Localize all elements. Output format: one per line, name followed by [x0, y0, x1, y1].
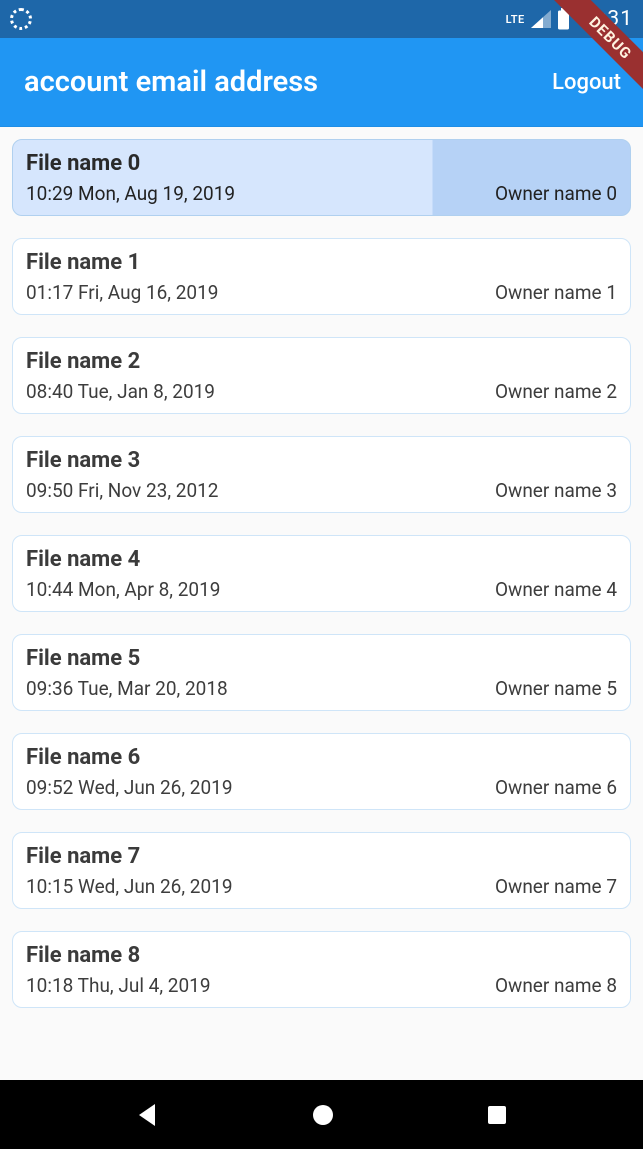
loading-spinner-icon — [10, 8, 32, 30]
file-meta-row: 08:40 Tue, Jan 8, 2019 Owner name 2 — [26, 380, 617, 403]
file-meta-row: 10:15 Wed, Jun 26, 2019 Owner name 7 — [26, 875, 617, 898]
file-owner: Owner name 0 — [495, 182, 617, 205]
file-meta-row: 01:17 Fri, Aug 16, 2019 Owner name 1 — [26, 281, 617, 304]
file-card[interactable]: File name 7 10:15 Wed, Jun 26, 2019 Owner … — [12, 832, 631, 909]
file-name-label: File name 7 — [26, 844, 617, 869]
file-meta-row: 10:44 Mon, Apr 8, 2019 Owner name 4 — [26, 578, 617, 601]
file-timestamp: 09:50 Fri, Nov 23, 2012 — [26, 479, 219, 502]
file-card[interactable]: File name 2 08:40 Tue, Jan 8, 2019 Owner n… — [12, 337, 631, 414]
file-meta-row: 09:50 Fri, Nov 23, 2012 Owner name 3 — [26, 479, 617, 502]
nav-back-button[interactable] — [135, 1102, 161, 1128]
file-timestamp: 10:15 Wed, Jun 26, 2019 — [26, 875, 233, 898]
file-card[interactable]: File name 8 10:18 Thu, Jul 4, 2019 Owner n… — [12, 931, 631, 1008]
file-owner: Owner name 3 — [495, 479, 617, 502]
app-title: account email address — [24, 65, 318, 99]
file-owner: Owner name 8 — [495, 974, 617, 997]
file-name-label: File name 4 — [26, 547, 617, 572]
file-owner: Owner name 5 — [495, 677, 617, 700]
file-card[interactable]: File name 5 09:36 Tue, Mar 20, 2018 Owner … — [12, 634, 631, 711]
app-bar: account email address Logout — [0, 38, 643, 127]
file-list[interactable]: File name 0 10:29 Mon, Aug 19, 2019 Owner … — [0, 127, 643, 1080]
file-meta-row: 09:52 Wed, Jun 26, 2019 Owner name 6 — [26, 776, 617, 799]
status-bar: LTE 11:31 — [0, 0, 643, 38]
file-timestamp: 10:29 Mon, Aug 19, 2019 — [26, 182, 235, 205]
file-meta-row: 10:18 Thu, Jul 4, 2019 Owner name 8 — [26, 974, 617, 997]
file-owner: Owner name 4 — [495, 578, 617, 601]
logout-button[interactable]: Logout — [552, 70, 621, 95]
file-timestamp: 01:17 Fri, Aug 16, 2019 — [26, 281, 218, 304]
network-type-label: LTE — [506, 13, 525, 26]
signal-icon — [531, 10, 551, 28]
file-owner: Owner name 1 — [495, 281, 617, 304]
system-nav-bar — [0, 1080, 643, 1149]
file-card[interactable]: File name 3 09:50 Fri, Nov 23, 2012 Owner … — [12, 436, 631, 513]
file-card[interactable]: File name 4 10:44 Mon, Apr 8, 2019 Owner n… — [12, 535, 631, 612]
nav-recent-button[interactable] — [485, 1103, 509, 1127]
file-owner: Owner name 6 — [495, 776, 617, 799]
file-card[interactable]: File name 1 01:17 Fri, Aug 16, 2019 Owner … — [12, 238, 631, 315]
file-timestamp: 08:40 Tue, Jan 8, 2019 — [26, 380, 215, 403]
file-card[interactable]: File name 6 09:52 Wed, Jun 26, 2019 Owner … — [12, 733, 631, 810]
file-owner: Owner name 7 — [495, 875, 617, 898]
file-owner: Owner name 2 — [495, 380, 617, 403]
file-timestamp: 10:18 Thu, Jul 4, 2019 — [26, 974, 211, 997]
file-name-label: File name 3 — [26, 448, 617, 473]
file-timestamp: 09:52 Wed, Jun 26, 2019 — [26, 776, 233, 799]
file-timestamp: 09:36 Tue, Mar 20, 2018 — [26, 677, 228, 700]
file-card[interactable]: File name 0 10:29 Mon, Aug 19, 2019 Owner … — [12, 139, 631, 216]
file-name-label: File name 5 — [26, 646, 617, 671]
file-meta-row: 10:29 Mon, Aug 19, 2019 Owner name 0 — [26, 182, 617, 205]
file-name-label: File name 8 — [26, 943, 617, 968]
file-name-label: File name 1 — [26, 250, 617, 275]
file-timestamp: 10:44 Mon, Apr 8, 2019 — [26, 578, 220, 601]
file-meta-row: 09:36 Tue, Mar 20, 2018 Owner name 5 — [26, 677, 617, 700]
file-name-label: File name 0 — [26, 151, 617, 176]
file-name-label: File name 6 — [26, 745, 617, 770]
nav-home-button[interactable] — [310, 1102, 336, 1128]
file-name-label: File name 2 — [26, 349, 617, 374]
